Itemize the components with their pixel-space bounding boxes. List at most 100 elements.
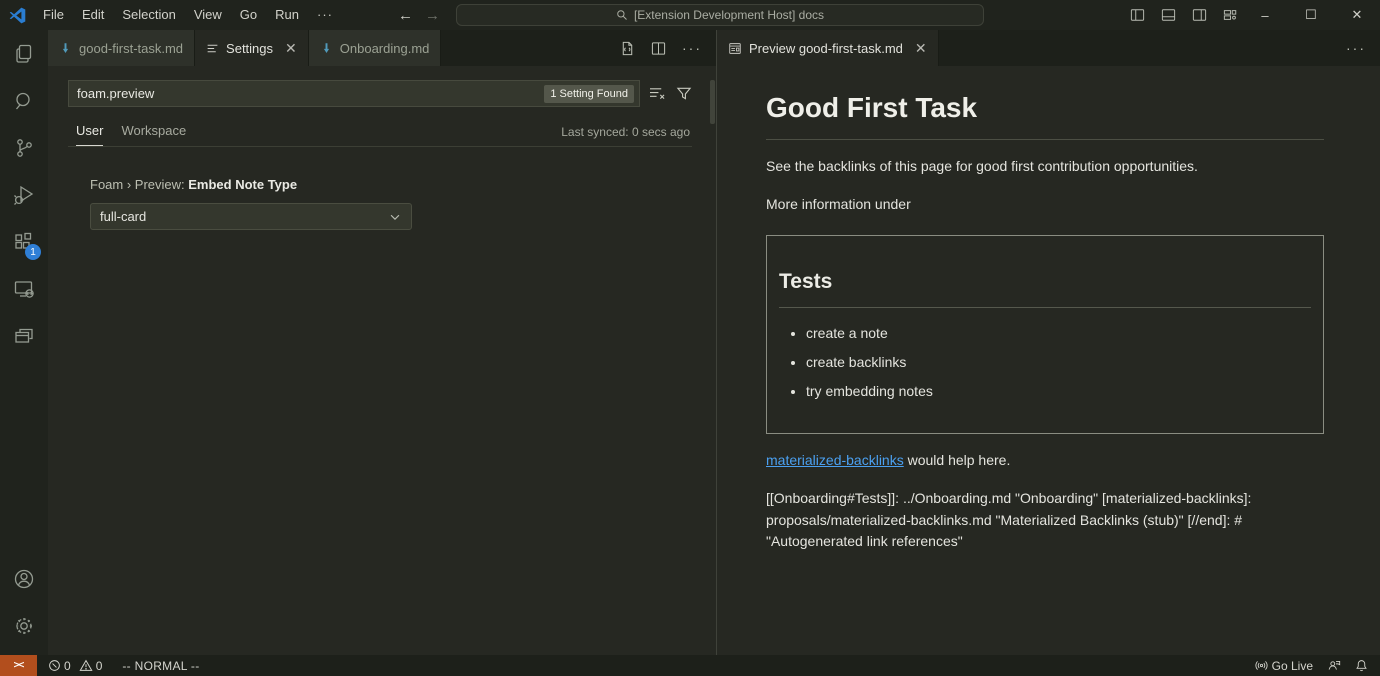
tweet-feedback-button[interactable]: [1320, 655, 1348, 676]
maximize-button[interactable]: ☐: [1288, 0, 1334, 30]
run-debug-icon[interactable]: [0, 171, 48, 218]
markdown-file-icon: [320, 42, 333, 55]
editor-windows-icon[interactable]: [0, 312, 48, 359]
bell-icon: [1355, 659, 1368, 672]
left-tab-bar: good-first-task.md Settings ✕ Onboarding…: [48, 30, 716, 66]
menu-overflow[interactable]: ···: [308, 4, 342, 26]
settings-search-box: 1 Setting Found: [68, 80, 640, 107]
close-tab-icon[interactable]: ✕: [915, 41, 927, 55]
toggle-sidebar-icon[interactable]: [1130, 8, 1145, 22]
remote-indicator[interactable]: ><: [0, 655, 37, 676]
menu-run[interactable]: Run: [266, 4, 308, 26]
vscode-logo-icon: [0, 0, 34, 30]
navigate-back-icon[interactable]: ←: [398, 7, 413, 24]
tab-good-first-task[interactable]: good-first-task.md: [48, 30, 195, 66]
more-actions-icon[interactable]: ···: [682, 40, 702, 56]
extensions-icon[interactable]: 1: [0, 218, 48, 265]
notifications-bell-button[interactable]: [1348, 655, 1380, 676]
menu-bar: File Edit Selection View Go Run ···: [34, 4, 342, 26]
settings-search-input[interactable]: [77, 86, 544, 101]
go-live-label: Go Live: [1272, 659, 1313, 673]
search-icon: [616, 9, 628, 21]
broadcast-icon: [1255, 659, 1268, 672]
menu-file[interactable]: File: [34, 4, 73, 26]
account-icon[interactable]: [0, 555, 48, 602]
tab-onboarding[interactable]: Onboarding.md: [309, 30, 442, 66]
status-bar: >< 0 0 -- NORMAL -- Go Live: [0, 655, 1380, 676]
scope-tab-workspace[interactable]: Workspace: [121, 123, 186, 146]
error-count: 0: [64, 659, 71, 673]
feedback-icon: [1327, 659, 1341, 672]
customize-layout-icon[interactable]: [1223, 8, 1238, 22]
preview-paragraph: materialized-backlinks would help here.: [766, 450, 1324, 472]
embed-note-type-select[interactable]: full-card: [90, 203, 412, 230]
scope-tab-user[interactable]: User: [76, 123, 103, 146]
remote-icon: ><: [14, 660, 24, 671]
chevron-down-icon: [388, 210, 402, 224]
setting-title: Foam › Preview: Embed Note Type: [90, 177, 692, 192]
close-tab-icon[interactable]: ✕: [285, 41, 297, 55]
titlebar: File Edit Selection View Go Run ··· ← → …: [0, 0, 1380, 30]
warnings-icon: [79, 659, 93, 672]
editor-group-left: good-first-task.md Settings ✕ Onboarding…: [48, 30, 717, 655]
embedded-note-card: Tests create a note create backlinks try…: [766, 235, 1324, 435]
preview-heading: Good First Task: [766, 86, 1324, 140]
vim-mode-indicator[interactable]: -- NORMAL --: [116, 655, 205, 676]
settings-scrollbar[interactable]: [710, 80, 715, 124]
link-references-paragraph: [[Onboarding#Tests]]: ../Onboarding.md "…: [766, 488, 1324, 553]
right-tab-bar: Preview good-first-task.md ✕ ···: [717, 30, 1380, 66]
tab-label: good-first-task.md: [79, 41, 183, 56]
settings-result-count-badge: 1 Setting Found: [544, 85, 634, 103]
setting-category: Foam › Preview:: [90, 177, 188, 192]
settings-scope-tabs: User Workspace Last synced: 0 secs ago: [68, 121, 692, 147]
warning-count: 0: [96, 659, 103, 673]
tab-label: Settings: [226, 41, 273, 56]
navigate-forward-icon[interactable]: →: [425, 7, 440, 24]
setting-row-embed-note-type: Foam › Preview: Embed Note Type full-car…: [68, 177, 692, 230]
command-center-search[interactable]: [Extension Development Host] docs: [456, 4, 984, 26]
markdown-file-icon: [59, 42, 72, 55]
remote-explorer-icon[interactable]: [0, 265, 48, 312]
menu-selection[interactable]: Selection: [113, 4, 184, 26]
extensions-badge: 1: [25, 244, 41, 260]
preview-paragraph: See the backlinks of this page for good …: [766, 156, 1324, 178]
list-item: try embedding notes: [806, 381, 1311, 403]
menu-go[interactable]: Go: [231, 4, 266, 26]
go-live-button[interactable]: Go Live: [1248, 655, 1320, 676]
split-editor-icon[interactable]: [651, 41, 666, 56]
tab-label: Onboarding.md: [340, 41, 430, 56]
search-view-icon[interactable]: [0, 77, 48, 124]
command-center-label: [Extension Development Host] docs: [634, 8, 824, 22]
list-item: create a note: [806, 323, 1311, 345]
embedded-note-title: Tests: [779, 266, 1311, 309]
more-actions-icon[interactable]: ···: [1346, 40, 1366, 56]
errors-icon: [48, 659, 61, 672]
clear-settings-search-icon[interactable]: [649, 86, 666, 101]
embedded-note-list: create a note create backlinks try embed…: [779, 323, 1311, 402]
materialized-backlinks-link[interactable]: materialized-backlinks: [766, 452, 904, 468]
settings-editor-icon: [206, 42, 219, 55]
toggle-secondary-sidebar-icon[interactable]: [1192, 8, 1207, 22]
setting-name: Embed Note Type: [188, 177, 297, 192]
toggle-panel-icon[interactable]: [1161, 8, 1176, 22]
filter-settings-icon[interactable]: [676, 86, 692, 101]
explorer-icon[interactable]: [0, 30, 48, 77]
selected-value: full-card: [100, 209, 146, 224]
menu-edit[interactable]: Edit: [73, 4, 113, 26]
link-suffix-text: would help here.: [904, 452, 1011, 468]
source-control-icon[interactable]: [0, 124, 48, 171]
problems-status[interactable]: 0 0: [42, 655, 108, 676]
activity-bar: 1: [0, 30, 48, 655]
tab-preview-good-first-task[interactable]: Preview good-first-task.md ✕: [717, 30, 939, 66]
preview-paragraph: More information under: [766, 194, 1324, 216]
open-settings-json-icon[interactable]: [620, 41, 635, 56]
markdown-preview: Good First Task See the backlinks of thi…: [717, 66, 1380, 655]
settings-gear-icon[interactable]: [0, 602, 48, 649]
minimize-button[interactable]: –: [1242, 0, 1288, 30]
tab-settings[interactable]: Settings ✕: [195, 30, 309, 66]
close-window-button[interactable]: ✕: [1334, 0, 1380, 30]
menu-view[interactable]: View: [185, 4, 231, 26]
tab-label: Preview good-first-task.md: [749, 41, 903, 56]
settings-editor: 1 Setting Found User Workspace Last sync…: [48, 66, 716, 655]
list-item: create backlinks: [806, 352, 1311, 374]
